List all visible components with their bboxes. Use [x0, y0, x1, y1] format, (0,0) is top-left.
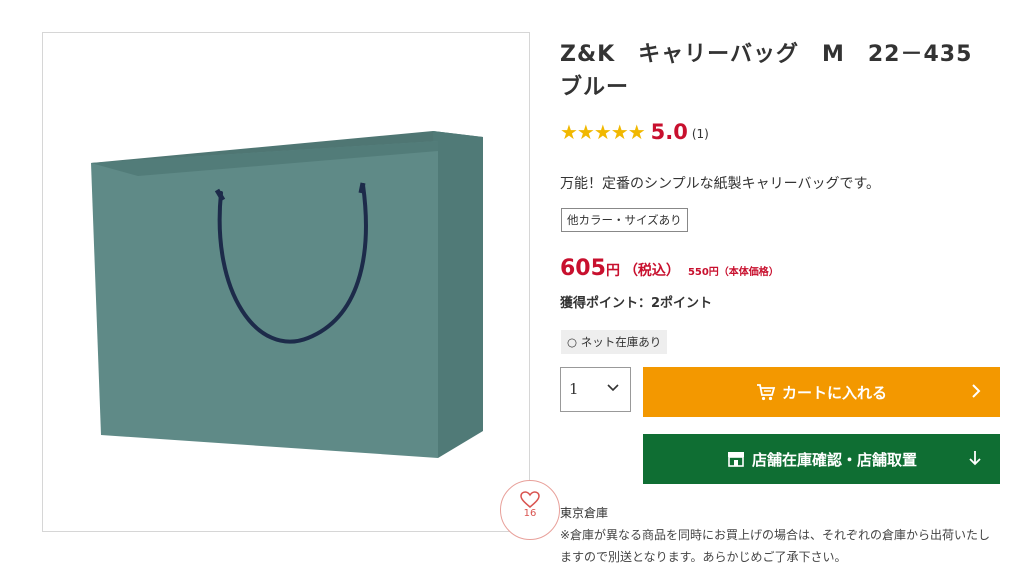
- price-base: 550円（本体価格）: [687, 267, 779, 278]
- price-amount: 605: [560, 256, 606, 281]
- shipping-note: ※倉庫が異なる商品を同時にお買上げの場合は、それぞれの倉庫から出荷いたしますので…: [560, 528, 991, 564]
- store-icon: [727, 452, 744, 467]
- product-title: Z&K キャリーバッグ M 22－435 ブルー: [560, 42, 996, 100]
- quantity-value: 1: [569, 380, 579, 398]
- price-currency: 円: [605, 263, 620, 279]
- warehouse-name: 東京倉庫: [560, 506, 609, 520]
- add-to-cart-label: カートに入れる: [781, 384, 887, 402]
- store-stock-label: 店舗在庫確認・店舗取置: [751, 451, 917, 469]
- product-image-frame: 16: [42, 32, 560, 540]
- chevron-right-icon: [972, 384, 981, 398]
- price-tax-label: （税込）: [623, 263, 680, 279]
- review-count[interactable]: (1): [692, 127, 709, 141]
- product-tagline: 万能！定番のシンプルな紙製キャリーバッグです。: [560, 176, 881, 192]
- chevron-down-icon: [607, 384, 619, 392]
- carrier-bag-image: [91, 131, 483, 458]
- heart-icon: [520, 491, 540, 508]
- rating-stars: ★★★★★: [560, 120, 646, 144]
- quantity-select[interactable]: 1: [560, 367, 631, 412]
- rating-row[interactable]: ★★★★★ 5.0 (1): [560, 118, 709, 146]
- add-to-cart-button[interactable]: カートに入れる: [643, 367, 1000, 417]
- price-row: 605 円 （税込） 550円（本体価格）: [560, 256, 779, 281]
- points-earned: 獲得ポイント：2ポイント: [560, 296, 713, 311]
- favorite-button[interactable]: 16: [500, 480, 560, 540]
- arrow-down-icon: [969, 451, 981, 466]
- other-variants-badge[interactable]: 他カラー・サイズあり: [561, 208, 688, 232]
- cart-icon: [756, 384, 776, 401]
- stock-status-badge: ○ ネット在庫あり: [561, 330, 668, 354]
- favorite-count: 16: [523, 508, 537, 519]
- rating-value: 5.0: [650, 120, 688, 144]
- store-stock-button[interactable]: 店舗在庫確認・店舗取置: [643, 434, 1000, 484]
